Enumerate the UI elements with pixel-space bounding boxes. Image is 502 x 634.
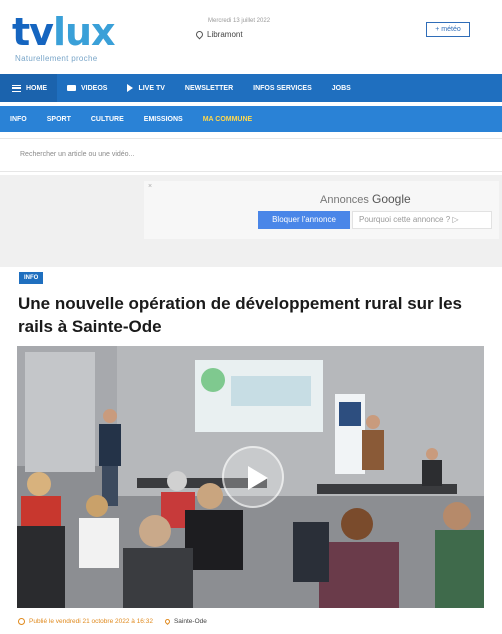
article-title: Une nouvelle opération de développement … (18, 294, 463, 336)
nav-videos-label: VIDEOS (81, 84, 108, 92)
nav-home-label: HOME (26, 84, 47, 92)
ad-title: Annonces Google (320, 192, 411, 206)
search-bar[interactable]: Rechercher un article ou une vidéo... (0, 138, 502, 172)
current-date: Mercredi 13 juillet 2022 (208, 18, 271, 24)
video-play-button[interactable] (222, 446, 284, 508)
meteo-button[interactable]: + météo (426, 22, 470, 37)
tab-sport[interactable]: SPORT (37, 116, 81, 123)
ad-box: × Annonces Google Bloquer l'annonce Pour… (144, 181, 499, 239)
article-video[interactable] (17, 346, 484, 608)
logo-lux: lux (52, 10, 116, 54)
publish-date: Publié le vendredi 21 octobre 2022 à 16:… (29, 618, 153, 625)
tab-info[interactable]: INFO (0, 116, 37, 123)
nav-home[interactable]: HOME (0, 74, 57, 102)
play-icon (127, 84, 134, 92)
site-header: tvlux Naturellement proche Mercredi 13 j… (0, 0, 502, 70)
tab-ma-commune[interactable]: MA COMMUNE (193, 116, 263, 123)
nav-infos-services[interactable]: INFOS SERVICES (243, 74, 322, 102)
secondary-nav: INFO SPORT CULTURE EMISSIONS MA COMMUNE (0, 106, 502, 132)
location[interactable]: Libramont (194, 29, 243, 40)
logo-tv: tv (12, 10, 54, 54)
block-ad-button[interactable]: Bloquer l'annonce (258, 211, 350, 229)
tab-emissions[interactable]: EMISSIONS (134, 116, 193, 123)
nav-newsletter[interactable]: NEWSLETTER (175, 74, 243, 102)
ad-title-prefix: Annonces (320, 194, 372, 206)
nav-jobs[interactable]: JOBS (322, 74, 361, 102)
tab-culture[interactable]: CULTURE (81, 116, 134, 123)
menu-icon (12, 84, 21, 92)
why-ad-button[interactable]: Pourquoi cette annonce ? ▷ (352, 211, 492, 229)
location-label: Libramont (207, 30, 243, 39)
video-icon (67, 85, 76, 91)
location-pin-icon (163, 617, 172, 626)
clock-icon (18, 618, 25, 625)
search-input[interactable]: Rechercher un article ou une vidéo... (20, 151, 134, 158)
nav-live-tv-label: LIVE TV (138, 84, 165, 92)
location-pin-icon (194, 29, 205, 40)
category-badge[interactable]: INFO (19, 272, 44, 284)
ad-close-icon[interactable]: × (148, 183, 152, 190)
nav-videos[interactable]: VIDEOS (57, 74, 117, 102)
ad-area: × Annonces Google Bloquer l'annonce Pour… (0, 175, 502, 267)
tvlux-logo[interactable]: tvlux (12, 10, 116, 54)
article-meta: Publié le vendredi 21 octobre 2022 à 16:… (18, 617, 207, 626)
nav-live-tv[interactable]: LIVE TV (117, 74, 174, 102)
primary-nav: HOME VIDEOS LIVE TV NEWSLETTER INFOS SER… (0, 74, 502, 102)
article-place[interactable]: Sainte-Ode (174, 618, 207, 625)
tagline: Naturellement proche (15, 54, 98, 63)
ad-title-brand: Google (371, 192, 411, 206)
